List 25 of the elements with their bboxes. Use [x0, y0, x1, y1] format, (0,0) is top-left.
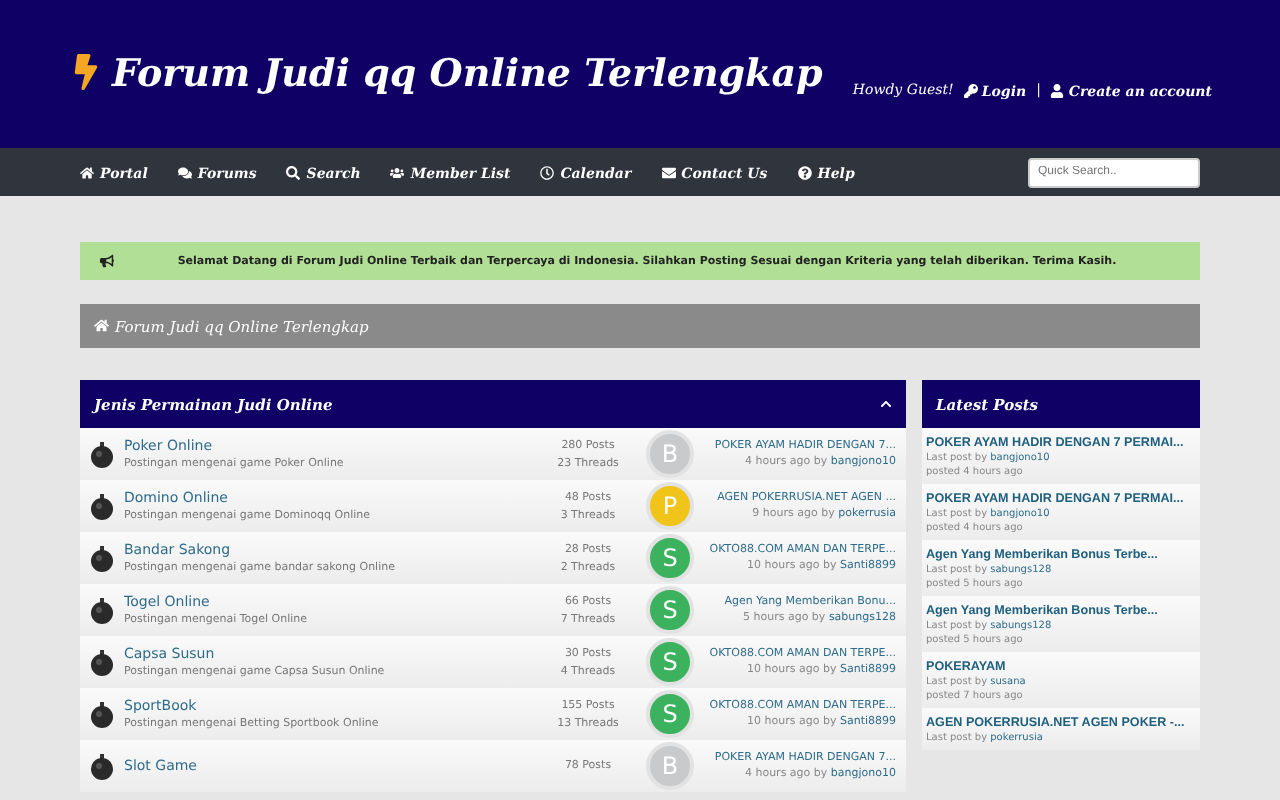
forum-icon [90, 493, 114, 519]
collapse-icon[interactable] [880, 398, 892, 410]
user-avatar: P [646, 482, 694, 530]
user-avatar: S [646, 534, 694, 582]
forum-icon [90, 545, 114, 571]
user-icon [1050, 83, 1065, 97]
site-title[interactable]: Forum Judi qq Online Terlengkap [68, 52, 823, 96]
key-icon [963, 83, 978, 97]
forum-icon [90, 649, 114, 675]
forum-icon [90, 701, 114, 727]
user-avatar: S [646, 638, 694, 686]
search-icon [286, 165, 301, 179]
clock-icon [540, 165, 555, 179]
home-icon[interactable] [94, 318, 109, 334]
forum-icon [90, 441, 114, 467]
chat-icon [177, 165, 192, 179]
forum-icon [90, 597, 114, 623]
megaphone-icon [100, 254, 114, 268]
envelope-icon [661, 165, 676, 179]
user-avatar: S [646, 690, 694, 738]
forum-icon [90, 753, 114, 779]
user-avatar: S [646, 586, 694, 634]
home-icon [80, 165, 94, 179]
users-icon [390, 165, 405, 179]
help-icon [797, 165, 812, 179]
